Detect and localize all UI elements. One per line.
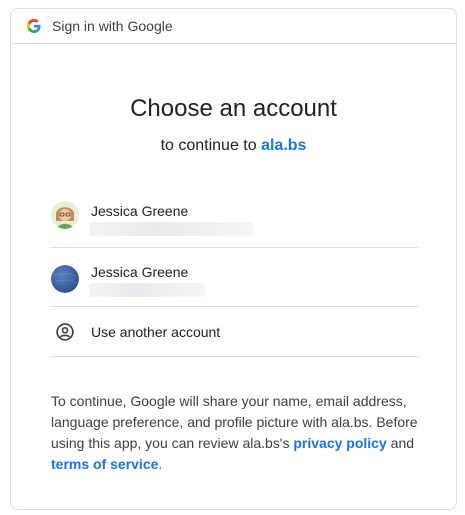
header-title: Sign in with Google	[52, 18, 173, 34]
account-item-2[interactable]: Jessica Greene	[51, 248, 419, 307]
account-email-redacted	[89, 283, 205, 297]
account-name: Jessica Greene	[91, 264, 189, 280]
sign-in-card: Sign in with Google Choose an account to…	[10, 8, 457, 510]
terms-of-service-link[interactable]: terms of service	[51, 456, 158, 472]
avatar-illustrated-woman-icon	[51, 201, 79, 229]
subtitle-prefix: to continue to	[160, 137, 262, 154]
avatar-blue-denim-icon	[51, 265, 79, 293]
page-title: Choose an account	[130, 95, 337, 122]
account-circle-icon	[56, 323, 74, 341]
privacy-policy-link[interactable]: privacy policy	[293, 435, 386, 451]
use-another-account-label: Use another account	[91, 324, 221, 340]
consent-text-2: and	[386, 435, 415, 451]
google-logo-icon	[27, 19, 41, 33]
dialog-header: Sign in with Google	[11, 9, 456, 44]
page-subtitle: to continue to ala.bs	[11, 137, 456, 155]
account-name: Jessica Greene	[91, 203, 189, 219]
consent-disclaimer: To continue, Google will share your name…	[51, 391, 421, 475]
use-another-account-button[interactable]: Use another account	[51, 307, 419, 357]
app-domain-link[interactable]: ala.bs	[261, 137, 306, 154]
account-email-redacted	[89, 222, 253, 236]
consent-text-3: .	[158, 456, 163, 472]
account-item-1[interactable]: Jessica Greene	[51, 189, 419, 248]
account-list: Jessica Greene Jessica Greene Use anothe…	[51, 189, 419, 357]
